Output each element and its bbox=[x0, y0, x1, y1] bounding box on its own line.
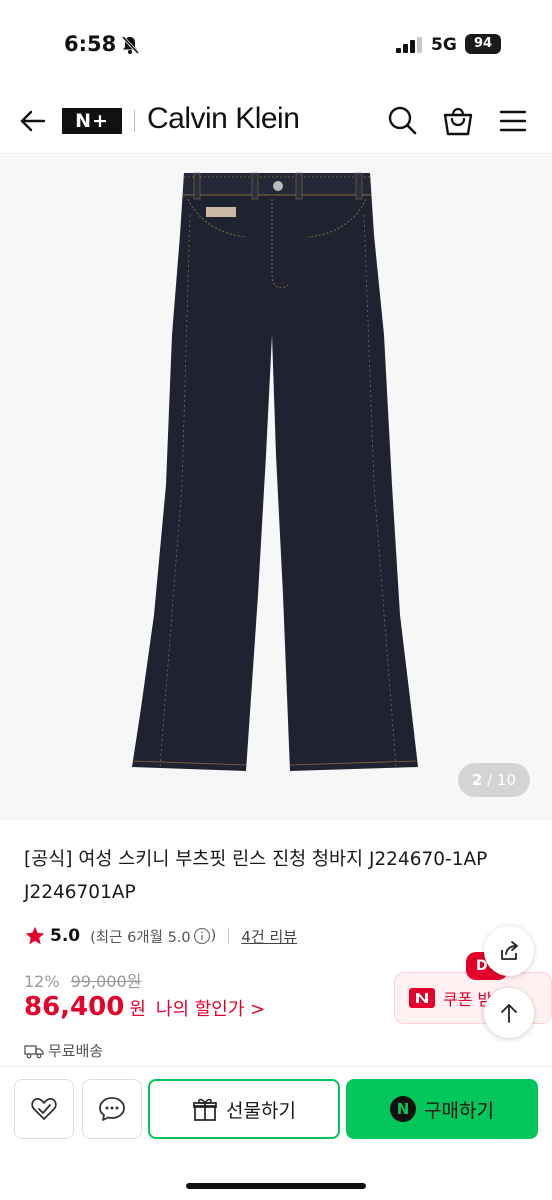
wishlist-button[interactable] bbox=[14, 1079, 74, 1139]
my-discount-link[interactable]: 나의 할인가 > bbox=[156, 995, 265, 1021]
nplus-logo[interactable]: N+ bbox=[62, 108, 122, 134]
brand-name[interactable]: Calvin Klein bbox=[147, 102, 300, 136]
menu-icon[interactable] bbox=[498, 106, 528, 136]
share-icon bbox=[501, 941, 518, 960]
heart-check-icon bbox=[31, 1098, 57, 1120]
naver-pay-icon bbox=[409, 988, 435, 1008]
app-header: N+ Calvin Klein bbox=[0, 88, 552, 154]
shipping-label: 무료배송 bbox=[48, 1042, 104, 1060]
status-time: 6:58 bbox=[64, 32, 117, 56]
rating-note-end: ) bbox=[210, 928, 217, 944]
product-image-carousel[interactable]: 2 / 10 bbox=[0, 155, 552, 820]
rating-row: 5.0 (최근 6개월 5.0 ) 4건 리뷰 bbox=[24, 924, 297, 948]
gift-label: 선물하기 bbox=[226, 1099, 296, 1122]
bottom-action-bar: 선물하기 N 구매하기 bbox=[0, 1066, 552, 1200]
bell-off-icon bbox=[121, 35, 140, 55]
star-icon bbox=[25, 926, 45, 945]
talk-button[interactable] bbox=[82, 1079, 142, 1139]
sale-price: 86,400 bbox=[24, 992, 125, 1022]
rating-note: (최근 6개월 5.0 bbox=[90, 929, 191, 946]
shopping-bag-icon[interactable] bbox=[442, 103, 474, 137]
rating-separator bbox=[228, 928, 230, 944]
signal-icon bbox=[396, 37, 422, 53]
discount-rate: 12% bbox=[24, 972, 60, 991]
battery-indicator: 94 bbox=[465, 34, 501, 54]
image-counter-total: / 10 bbox=[487, 771, 516, 789]
scroll-top-button[interactable] bbox=[484, 988, 534, 1038]
rating-score: 5.0 bbox=[50, 926, 81, 946]
status-bar: 6:58 5G 94 bbox=[0, 0, 552, 88]
image-counter-current: 2 bbox=[471, 771, 483, 789]
chat-bubble-icon bbox=[99, 1097, 125, 1121]
back-arrow-icon[interactable] bbox=[18, 106, 48, 136]
gift-button[interactable]: 선물하기 bbox=[148, 1079, 340, 1139]
naver-n-icon: N bbox=[390, 1096, 417, 1122]
truck-icon bbox=[24, 1044, 44, 1058]
shipping-row: 무료배송 bbox=[24, 1040, 103, 1061]
original-price-row: 12% 99,000원 bbox=[24, 968, 141, 992]
header-divider bbox=[134, 110, 135, 132]
buy-label: 구매하기 bbox=[424, 1099, 494, 1122]
original-price: 99,000원 bbox=[70, 972, 142, 991]
gift-icon bbox=[193, 1098, 217, 1121]
product-image bbox=[0, 155, 552, 820]
home-indicator[interactable] bbox=[186, 1183, 366, 1189]
search-icon[interactable] bbox=[386, 104, 418, 136]
product-title: [공식] 여성 스키니 부츠핏 린스 진청 청바지 J224670-1AP J2… bbox=[24, 849, 488, 903]
sale-price-unit: 원 bbox=[129, 999, 146, 1020]
image-counter: 2 / 10 bbox=[457, 763, 530, 797]
network-label: 5G bbox=[431, 35, 457, 55]
info-circle-icon[interactable] bbox=[193, 927, 211, 945]
review-link[interactable]: 4건 리뷰 bbox=[241, 926, 297, 947]
sale-price-row: 86,400 원 나의 할인가 > bbox=[24, 992, 265, 1022]
share-button[interactable] bbox=[484, 926, 534, 976]
buy-button[interactable]: N 구매하기 bbox=[346, 1079, 538, 1139]
arrow-up-icon bbox=[501, 1004, 517, 1023]
